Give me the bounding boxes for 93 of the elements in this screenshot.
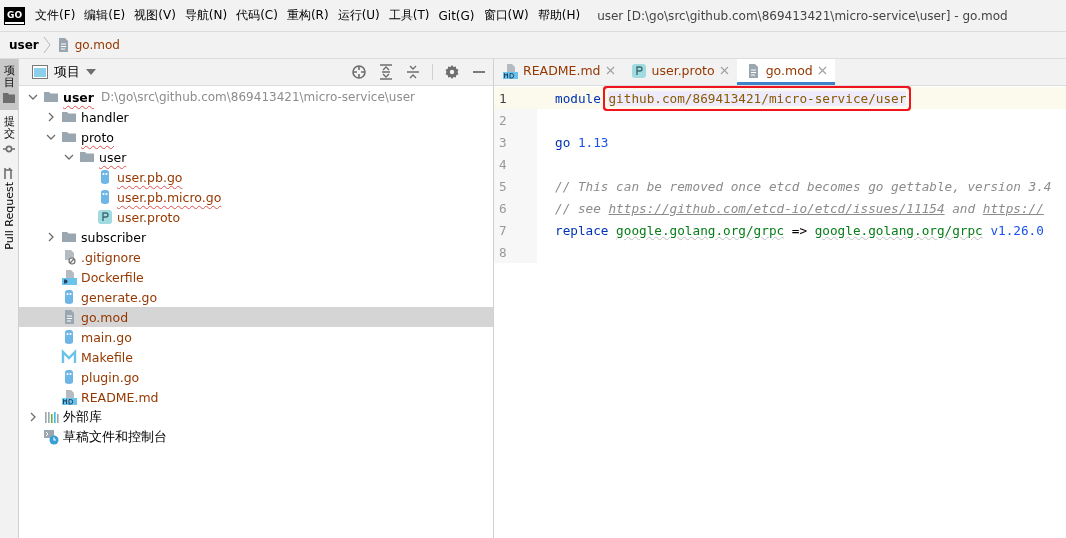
tree-item[interactable]: README.md xyxy=(19,387,493,407)
md-file-icon xyxy=(502,62,518,79)
code-token: 1.13 xyxy=(577,134,609,150)
locate-icon[interactable] xyxy=(351,64,367,80)
app-logo: GO xyxy=(5,7,25,24)
folder-icon xyxy=(3,92,15,105)
code-token: // see xyxy=(555,200,601,216)
p-file-icon xyxy=(97,209,113,225)
editor-tab[interactable]: go.mod xyxy=(736,59,835,85)
chevron-icon xyxy=(42,36,51,54)
line-number: 4 xyxy=(494,153,537,175)
tree-item[interactable]: Dockerfile xyxy=(19,267,493,287)
chevron-icon[interactable] xyxy=(46,112,56,122)
code-token: // This can be removed once etcd becomes go gettable, version 3.4 xyxy=(555,178,1052,194)
menu-item[interactable]: Git(G) xyxy=(438,8,475,23)
expand-all-icon[interactable] xyxy=(378,64,394,80)
line-number: 5 xyxy=(494,175,537,197)
tree-item[interactable]: user.pb.go xyxy=(19,167,493,187)
code-token: v1.26.0 xyxy=(990,222,1044,238)
tree-item[interactable]: generate.go xyxy=(19,287,493,307)
folder-icon xyxy=(43,89,59,105)
line-number: 7 xyxy=(494,219,537,241)
folder-icon xyxy=(79,149,95,165)
code-token: google.golang.org/grpc xyxy=(814,222,983,238)
menu-item[interactable]: 视图(V) xyxy=(134,7,176,24)
m-file-icon xyxy=(61,349,77,365)
menu-item[interactable]: 重构(R) xyxy=(286,7,329,24)
project-path: D:\go\src\github.com\869413421\micro-service\user xyxy=(101,90,415,104)
window-icon xyxy=(32,65,48,79)
editor-tab[interactable]: user.proto xyxy=(622,59,737,85)
tree-item[interactable]: proto xyxy=(19,127,493,147)
code-token[interactable]: https://github.com/etcd-io/etcd/issues/11154 xyxy=(608,200,945,216)
project-view-dropdown[interactable]: 项目 xyxy=(32,63,96,81)
tool-window-button[interactable]: 提交 xyxy=(0,110,18,162)
tree-item[interactable]: plugin.go xyxy=(19,367,493,387)
chevron-icon[interactable] xyxy=(28,92,38,102)
close-icon[interactable] xyxy=(605,66,615,75)
tree-item[interactable]: user D:\go\src\github.com\869413421\micro-service\user xyxy=(19,87,493,107)
menu-item[interactable]: 导航(N) xyxy=(184,7,228,24)
menu-item[interactable]: 窗口(W) xyxy=(483,7,529,24)
tree-item[interactable]: Makefile xyxy=(19,347,493,367)
code-token: module xyxy=(555,90,601,106)
folder-icon xyxy=(61,129,77,145)
chevron-icon[interactable] xyxy=(64,152,74,162)
chevron-icon[interactable] xyxy=(46,132,56,142)
menu-item[interactable]: 运行(U) xyxy=(337,7,380,24)
close-icon[interactable] xyxy=(817,66,827,75)
tree-item[interactable]: 草稿文件和控制台 xyxy=(19,427,493,447)
tree-item[interactable]: .gitignore xyxy=(19,247,493,267)
menu-item[interactable]: 代码(C) xyxy=(236,7,278,24)
tool-window-button[interactable]: Pull Request xyxy=(0,161,18,257)
docker-file-icon xyxy=(61,269,77,285)
md-file-icon xyxy=(61,389,77,405)
menu-item[interactable]: 帮助(H) xyxy=(537,7,581,24)
line-number: 8 xyxy=(494,241,537,263)
folder-icon xyxy=(61,109,77,125)
tree-item[interactable]: user xyxy=(19,147,493,167)
library-icon xyxy=(43,409,59,425)
tree-item[interactable]: user.proto xyxy=(19,207,493,227)
close-icon[interactable] xyxy=(719,66,729,75)
menu-item[interactable]: 编辑(E) xyxy=(84,7,126,24)
line-number: 6 xyxy=(494,197,537,219)
code-token[interactable]: https:// xyxy=(982,200,1044,216)
code-token: replace xyxy=(555,222,609,238)
chevron-icon[interactable] xyxy=(46,232,56,242)
code-token: google.golang.org/grpc xyxy=(616,222,785,238)
tree-item[interactable]: subscriber xyxy=(19,227,493,247)
panel-title: 项目 xyxy=(54,63,80,81)
tree-item[interactable]: user.pb.micro.go xyxy=(19,187,493,207)
tree-item[interactable]: 外部库 xyxy=(19,407,493,427)
editor-tab[interactable]: README.md xyxy=(494,59,623,85)
folder-icon xyxy=(61,229,77,245)
breadcrumb-item[interactable]: go.mod xyxy=(54,37,120,53)
p-file-icon xyxy=(630,62,647,79)
line-number: 2 xyxy=(494,109,537,131)
tool-window-button[interactable]: 项目 xyxy=(0,59,18,111)
collapse-all-icon[interactable] xyxy=(405,64,421,80)
tree-item[interactable]: handler xyxy=(19,107,493,127)
code-token: go xyxy=(555,134,571,150)
menu-item[interactable]: 文件(F) xyxy=(35,7,76,24)
pull-request-icon xyxy=(3,167,15,180)
menu-item[interactable]: 工具(T) xyxy=(388,7,430,24)
tree-item[interactable]: main.go xyxy=(19,327,493,347)
breadcrumb-item[interactable]: user xyxy=(9,38,39,52)
code-token: and xyxy=(952,200,976,216)
window-title: user [D:\go\src\github.com\869413421\micro-service\user] - go.mod xyxy=(597,8,1008,23)
dropdown-caret-icon xyxy=(86,69,96,75)
tree-item[interactable]: go.mod xyxy=(19,307,493,327)
code-token: => xyxy=(791,222,808,238)
console-clock-icon xyxy=(43,429,59,445)
settings-icon[interactable] xyxy=(444,64,460,80)
line-number: 3 xyxy=(494,131,537,153)
chevron-icon[interactable] xyxy=(28,412,38,422)
